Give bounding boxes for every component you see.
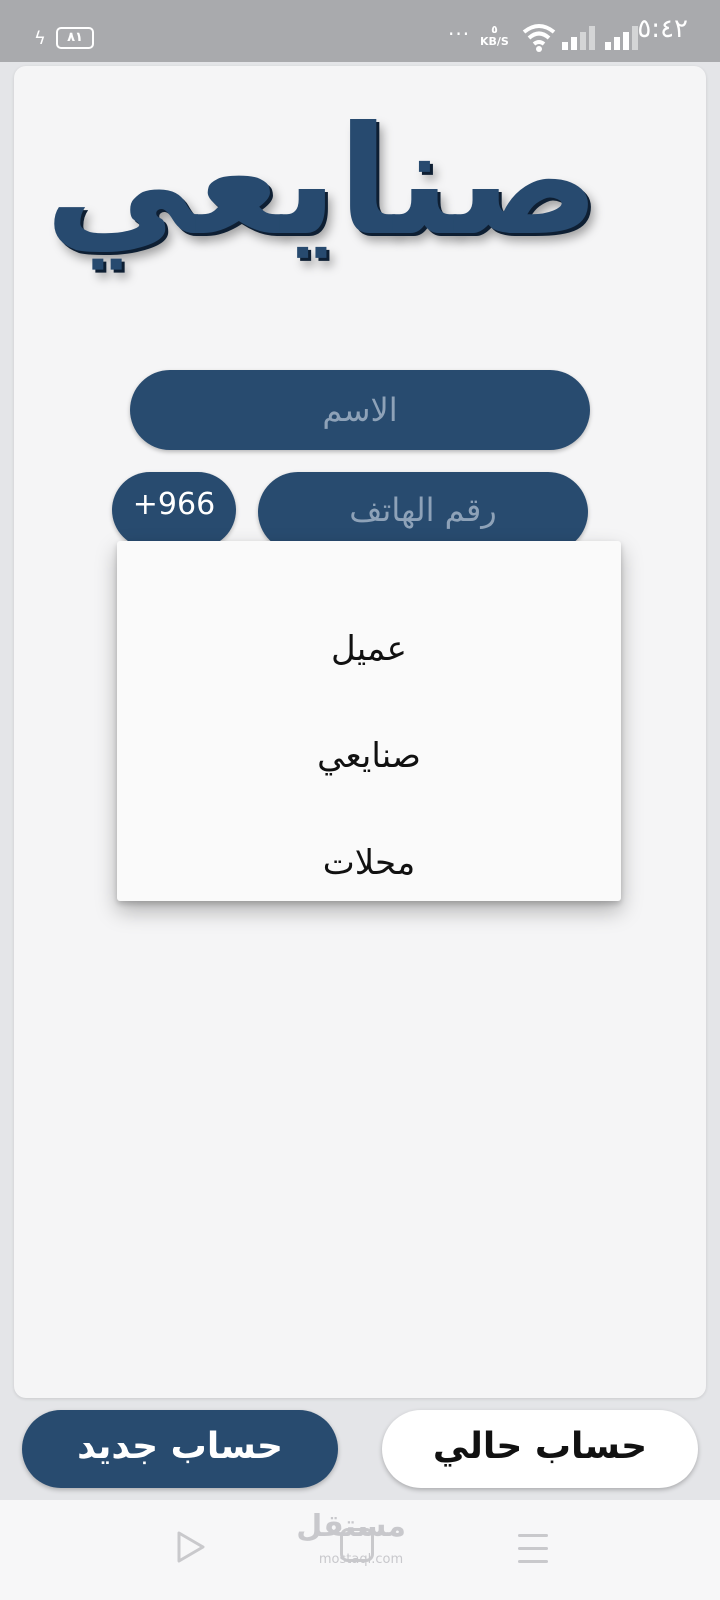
wifi-icon: [522, 24, 556, 52]
battery-icon: ٨١: [56, 27, 94, 49]
more-notifications-icon: ···: [448, 22, 471, 46]
signal-icon-sim1: [605, 26, 641, 50]
country-code-button[interactable]: +966: [112, 472, 236, 548]
signal-icon-sim2: [562, 26, 598, 50]
recent-apps-icon[interactable]: [518, 1534, 548, 1573]
menu-item-customer[interactable]: عميل: [117, 619, 621, 679]
status-bar: ϟ ٨١ ··· ٥ KB/S ٥:٤٢: [0, 0, 720, 62]
phone-input[interactable]: رقم الهاتف: [258, 472, 588, 552]
charging-icon: ϟ: [34, 28, 46, 49]
app-logo: صنايعي: [44, 95, 600, 269]
network-speed: ٥ KB/S: [480, 24, 509, 48]
network-speed-unit: KB/S: [480, 35, 509, 48]
battery-level: ٨١: [67, 30, 83, 45]
account-type-dropdown: عميل صنايعي محلات: [117, 541, 621, 901]
name-input[interactable]: الاسم: [130, 370, 590, 450]
existing-account-button[interactable]: حساب حالي: [382, 1410, 698, 1488]
system-nav-bar: مستقل mostaql.com: [0, 1500, 720, 1600]
clock: ٥:٤٢: [637, 14, 688, 44]
menu-item-shops[interactable]: محلات: [117, 833, 621, 893]
menu-item-craftsman[interactable]: صنايعي: [117, 726, 621, 786]
new-account-button[interactable]: حساب جديد: [22, 1410, 338, 1488]
back-icon[interactable]: [176, 1530, 206, 1564]
watermark-logo: مستقل: [296, 1509, 406, 1544]
watermark-url: mostaql.com: [318, 1552, 404, 1567]
